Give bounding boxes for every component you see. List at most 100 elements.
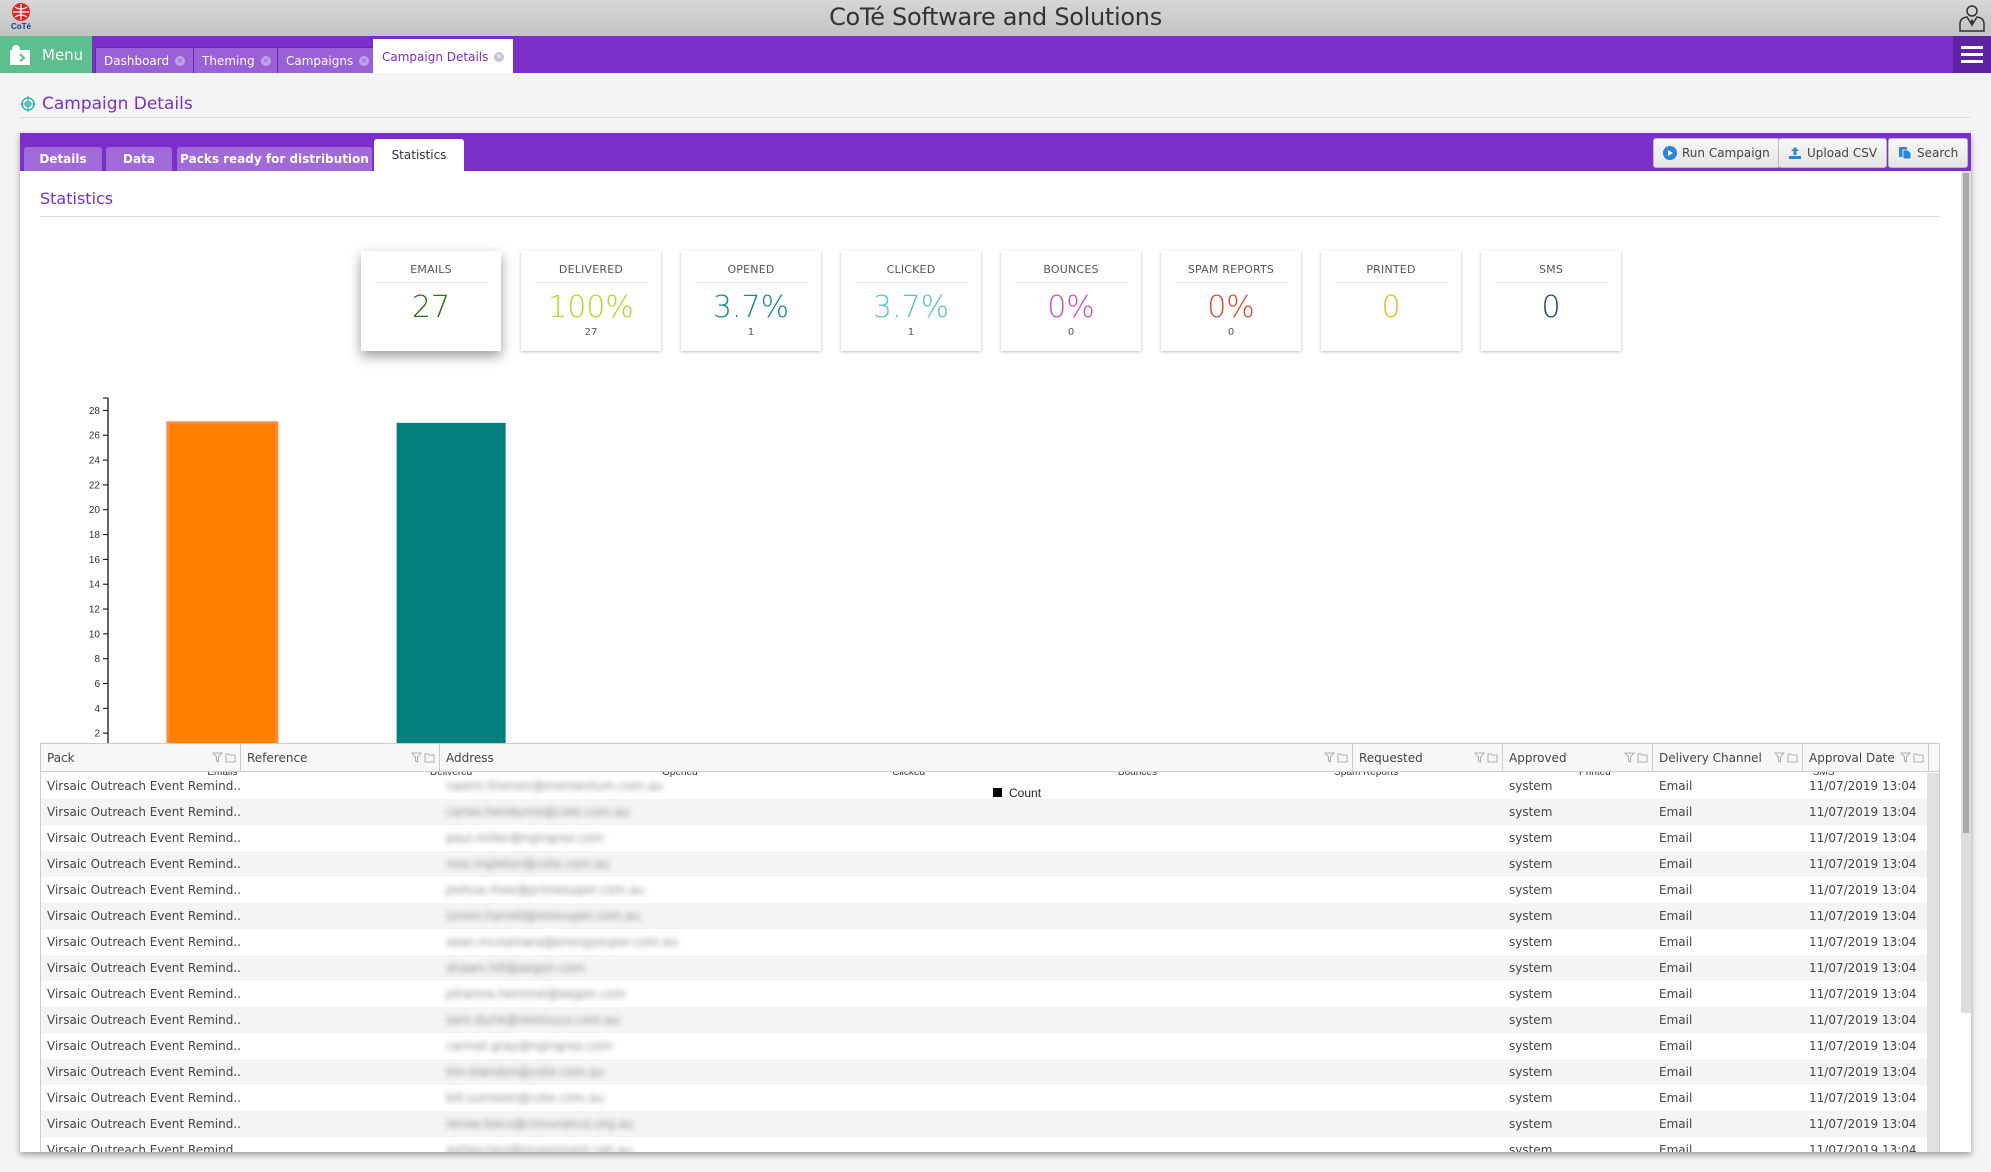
search-button[interactable]: Search [1888,138,1969,168]
folder-icon[interactable] [1913,752,1924,763]
user-profile-icon[interactable] [1957,3,1987,33]
column-header-reference[interactable]: Reference [241,744,440,772]
filter-icon[interactable] [1324,752,1335,763]
cell-pack: Virsaic Outreach Event Remind... [47,857,241,871]
cell-pack: Virsaic Outreach Event Remind... [47,805,241,819]
cell-channel: Email [1659,1143,1693,1152]
cell-channel: Email [1659,961,1693,975]
cell-pack: Virsaic Outreach Event Remind... [47,1013,241,1027]
panel-scrollbar[interactable] [1961,171,1971,1013]
campaign-panel: Details Data Packs ready for distributio… [20,133,1971,1152]
table-row[interactable]: Virsaic Outreach Event Remind... paul.mil… [41,825,1929,851]
cell-requested [1353,799,1503,825]
filter-icon[interactable] [411,752,422,763]
cell-channel: Email [1659,1039,1693,1053]
folder-icon[interactable] [1487,752,1498,763]
tab-packs-ready[interactable]: Packs ready for distribution [177,147,372,171]
table-row[interactable]: Virsaic Outreach Event Remind... carlos.h… [41,799,1929,825]
folder-icon[interactable] [1637,752,1648,763]
cell-approved: system [1509,909,1553,923]
stat-value: 27 [411,290,451,325]
hamburger-menu-icon[interactable] [1953,36,1991,73]
table-row[interactable]: Virsaic Outreach Event Remind... tim.blan… [41,1059,1929,1085]
nav-tab-label: Theming [202,53,255,68]
table-row[interactable]: Virsaic Outreach Event Remind... carmel.g… [41,1033,1929,1059]
tab-statistics[interactable]: Statistics [374,139,464,171]
cell-reference [241,1111,440,1137]
column-filter[interactable] [411,752,435,763]
nav-tab-campaign-details[interactable]: Campaign Details × [373,39,514,73]
cell-address: tim.blandon@cote.com.au [446,1065,605,1079]
y-tick-label: 12 [89,605,101,616]
cell-pack: Virsaic Outreach Event Remind... [47,935,241,949]
cell-address: paul.miller@ngingroo.com [446,831,605,845]
table-row[interactable]: Virsaic Outreach Event Remind... ross.ing… [41,851,1929,877]
column-header-pack[interactable]: Pack [41,744,241,772]
table-row[interactable]: Virsaic Outreach Event Remind... bill.sum… [41,1085,1929,1111]
stat-card-printed: PRINTED 0 [1321,251,1461,351]
column-filter[interactable] [1624,752,1648,763]
cell-pack: Virsaic Outreach Event Remind... [47,909,241,923]
folder-icon[interactable] [1337,752,1348,763]
filter-icon[interactable] [1624,752,1635,763]
close-tab-icon[interactable]: × [175,55,186,66]
nav-tab-theming[interactable]: Theming × [193,47,280,73]
filter-icon[interactable] [1474,752,1485,763]
filter-icon[interactable] [212,752,223,763]
table-row[interactable]: Virsaic Outreach Event Remind... renee.ba… [41,1111,1929,1137]
close-tab-icon[interactable]: × [260,55,271,66]
folder-icon[interactable] [1787,752,1798,763]
run-campaign-button[interactable]: Run Campaign [1653,138,1780,168]
section-title: Statistics [40,189,1940,217]
scrollbar-thumb[interactable] [1963,173,1969,833]
filter-icon[interactable] [1774,752,1785,763]
folder-icon[interactable] [225,752,236,763]
column-header-label: Pack [47,751,75,765]
cell-reference [241,929,440,955]
cell-address: shawn.hill@aegon.com [446,961,585,975]
cell-requested [1353,851,1503,877]
column-header-channel[interactable]: Delivery Channel [1653,744,1803,772]
table-scrollbar[interactable] [1927,773,1939,1152]
nav-tab-dashboard[interactable]: Dashboard × [95,47,195,73]
column-header-address[interactable]: Address [440,744,1353,772]
column-filter[interactable] [212,752,236,763]
column-header-approved[interactable]: Approved [1503,744,1653,772]
filter-icon[interactable] [1900,752,1911,763]
column-filter[interactable] [1900,752,1924,763]
table-row[interactable]: Virsaic Outreach Event Remind... sean.mcn… [41,929,1929,955]
cell-requested [1353,903,1503,929]
column-header-date[interactable]: Approval Date [1803,744,1929,772]
column-filter[interactable] [1774,752,1798,763]
cell-address: ross.ingleton@cote.com.au [446,857,610,871]
tab-details[interactable]: Details [24,147,102,171]
column-filter[interactable] [1474,752,1498,763]
close-tab-icon[interactable]: × [494,51,505,62]
cell-pack: Virsaic Outreach Event Remind... [47,1117,241,1131]
table-row[interactable]: Virsaic Outreach Event Remind... ashley.t… [41,1137,1929,1152]
cell-channel: Email [1659,1013,1693,1027]
upload-csv-button[interactable]: Upload CSV [1778,138,1888,168]
table-row[interactable]: Virsaic Outreach Event Remind... simon.ha… [41,903,1929,929]
table-row[interactable]: Virsaic Outreach Event Remind... johanna.… [41,981,1929,1007]
packs-table: Pack Reference Address Requested Approved Del… [40,743,1940,1152]
table-row[interactable]: Virsaic Outreach Event Remind... sam.duri… [41,1007,1929,1033]
table-row[interactable]: Virsaic Outreach Event Remind... naomi.th… [41,773,1929,799]
nav-tab-campaigns[interactable]: Campaigns × [277,47,379,73]
cell-approved: system [1509,883,1553,897]
cell-date: 11/07/2019 13:04 [1809,831,1917,845]
nav-tab-label: Campaigns [286,53,354,68]
folder-icon[interactable] [424,752,435,763]
cell-date: 11/07/2019 13:04 [1809,883,1917,897]
cell-channel: Email [1659,1117,1693,1131]
tab-data[interactable]: Data [106,147,172,171]
column-header-requested[interactable]: Requested [1353,744,1503,772]
menu-button[interactable]: Menu [0,36,92,73]
cell-address: naomi.thorson@momentum.com.au [446,779,663,793]
main-nav: Menu Dashboard × Theming × Campaigns × C… [0,36,1991,73]
table-row[interactable]: Virsaic Outreach Event Remind... joshua.r… [41,877,1929,903]
column-filter[interactable] [1324,752,1348,763]
close-tab-icon[interactable]: × [359,55,370,66]
table-row[interactable]: Virsaic Outreach Event Remind... shawn.hi… [41,955,1929,981]
stat-card-clicked: CLICKED 3.7% 1 [841,251,981,351]
